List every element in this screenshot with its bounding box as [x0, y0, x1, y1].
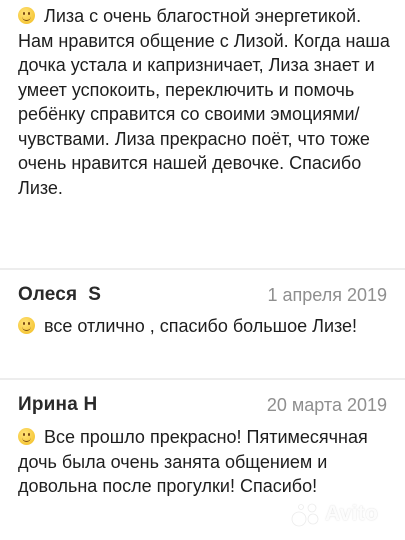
review-card: Олеся S 1 апреля 2019 все отлично , спас…	[0, 270, 405, 378]
review-date: 1 апреля 2019	[267, 285, 388, 305]
review-date: 20 марта 2019	[266, 395, 387, 415]
avito-logo-icon	[291, 503, 319, 527]
smiley-emoji-icon	[18, 428, 35, 445]
review-text-block: все отлично , спасибо большое Лизе!	[18, 314, 391, 339]
review-card: Ирина Н 20 марта 2019 Все прошло прекрас…	[0, 380, 405, 540]
review-text: Все прошло прекрасно! Пятимесячная дочь …	[18, 427, 368, 496]
review-text-block: Лиза с очень благостной энергетикой. Нам…	[18, 4, 391, 200]
review-header: Ирина Н 20 марта 2019	[18, 394, 387, 422]
avito-watermark: Avito	[291, 502, 391, 528]
smiley-emoji-icon	[18, 317, 35, 334]
smiley-emoji-icon	[18, 7, 35, 24]
review-header: Олеся S 1 апреля 2019	[18, 284, 387, 312]
review-text: все отлично , спасибо большое Лизе!	[44, 316, 358, 336]
review-card: Лиза с очень благостной энергетикой. Нам…	[0, 0, 405, 268]
review-author: Ирина Н	[18, 394, 98, 415]
review-author: Олеся S	[18, 284, 102, 305]
review-text-block: Все прошло прекрасно! Пятимесячная дочь …	[18, 425, 391, 499]
review-text: Лиза с очень благостной энергетикой. Нам…	[18, 6, 390, 198]
watermark-text: Avito	[325, 502, 379, 525]
